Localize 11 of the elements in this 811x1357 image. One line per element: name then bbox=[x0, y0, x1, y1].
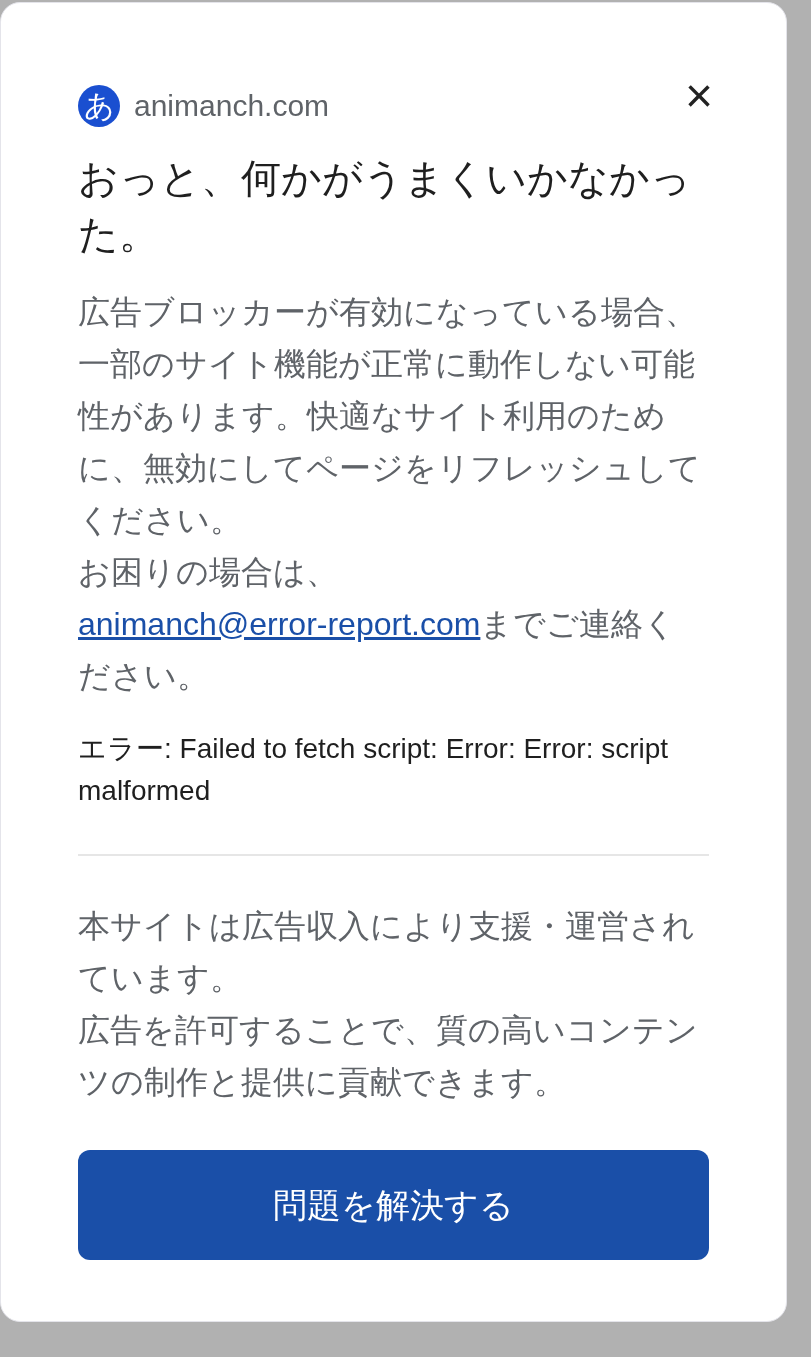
email-link[interactable]: animanch@error-report.com bbox=[78, 606, 481, 642]
site-logo-icon: あ bbox=[78, 84, 120, 127]
footer-text: 広告を許可することで、質の高いコンテンツの制作と提供に貢献できます。 bbox=[78, 1011, 699, 1102]
message-text: 広告ブロッカーが有効になっている場合、一部のサイト機能が正常に動作しない可能性があります。快適なサイト利用のために、無効にしてページをリフレッシュしてください。 bbox=[78, 293, 702, 540]
fix-problem-button[interactable]: 問題を解決する bbox=[78, 1150, 709, 1260]
help-text: お困りの場合は、 animanch@error-report.com までご連絡ください。 bbox=[78, 553, 678, 696]
error-text: エラー: Failed to fetch script: Error: Error: script malformed bbox=[78, 732, 670, 808]
dialog-title: おっと、何かがうまくいかなかった。 bbox=[78, 155, 692, 258]
site-name: animanch.com bbox=[134, 88, 330, 124]
footer-text: 本サイトは広告収入により支援・運営されています。 bbox=[78, 907, 696, 998]
close-button[interactable]: × bbox=[684, 71, 713, 120]
